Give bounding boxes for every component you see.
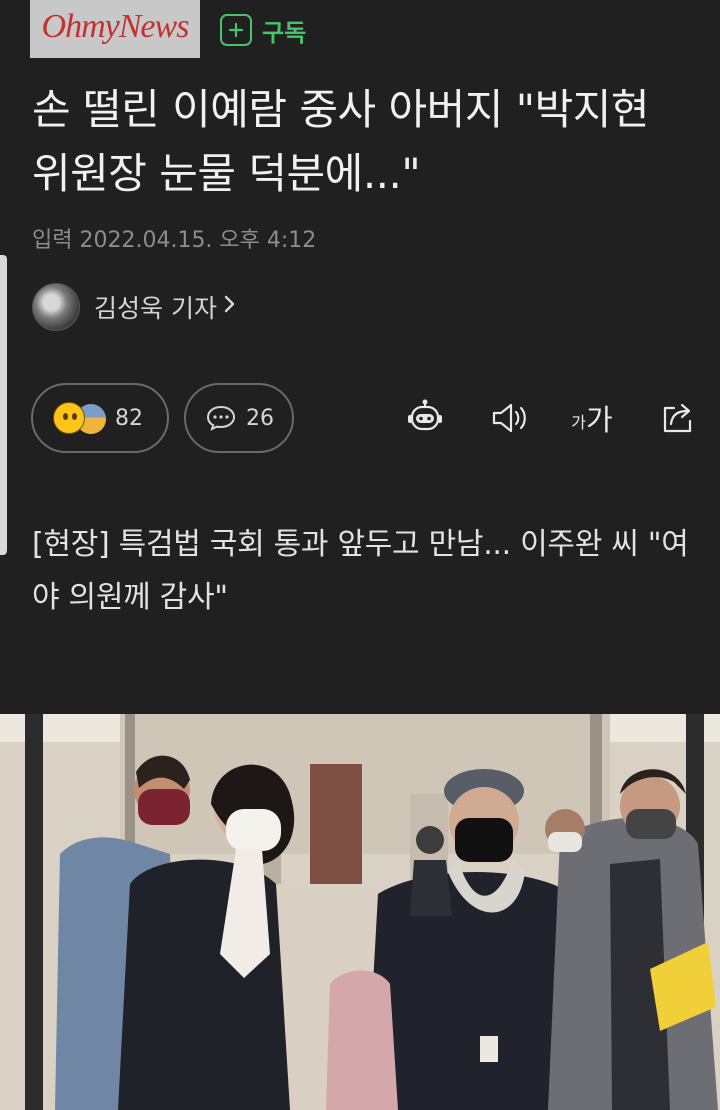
reporter-name: 김성욱 기자 <box>94 294 217 323</box>
chevron-right-icon <box>223 293 237 321</box>
reporter-avatar <box>32 283 80 331</box>
comment-icon <box>206 405 236 431</box>
listen-button[interactable] <box>488 396 532 440</box>
smile-emoji-icon <box>53 402 85 434</box>
robot-icon <box>408 399 442 431</box>
top-bar: OhmyNews 구독 <box>0 0 720 62</box>
font-size-large-label: 가 <box>586 403 613 437</box>
comment-count: 26 <box>246 405 274 431</box>
reaction-button[interactable]: 82 <box>31 383 169 453</box>
summary-button[interactable] <box>402 396 448 440</box>
speaker-icon <box>492 403 526 433</box>
reporter-link[interactable]: 김성욱 기자 <box>32 283 237 331</box>
article-photo <box>0 714 720 1110</box>
article-title: 손 떨린 이예람 중사 아버지 "박지현 위원장 눈물 덕분에..." <box>32 85 650 198</box>
ohmynews-logo[interactable]: OhmyNews <box>30 0 200 58</box>
reaction-count: 82 <box>115 405 143 431</box>
reaction-emoji-icon <box>53 398 113 438</box>
font-size-small-label: 가 <box>571 413 587 432</box>
share-button[interactable] <box>657 396 699 440</box>
subscribe-button[interactable]: 구독 <box>220 12 306 48</box>
subscribe-label: 구독 <box>262 18 307 47</box>
comment-button[interactable]: 26 <box>184 383 294 453</box>
share-icon <box>663 403 692 433</box>
plus-icon <box>220 14 252 46</box>
font-size-button[interactable]: 가 가 <box>566 396 618 440</box>
article-subtitle: [현장] 특검법 국회 통과 앞두고 만남... 이주완 씨 "여야 의원께 감… <box>32 527 689 615</box>
article-dateline: 입력 2022.04.15. 오후 4:12 <box>32 228 317 253</box>
side-edge-handle[interactable] <box>0 255 7 555</box>
